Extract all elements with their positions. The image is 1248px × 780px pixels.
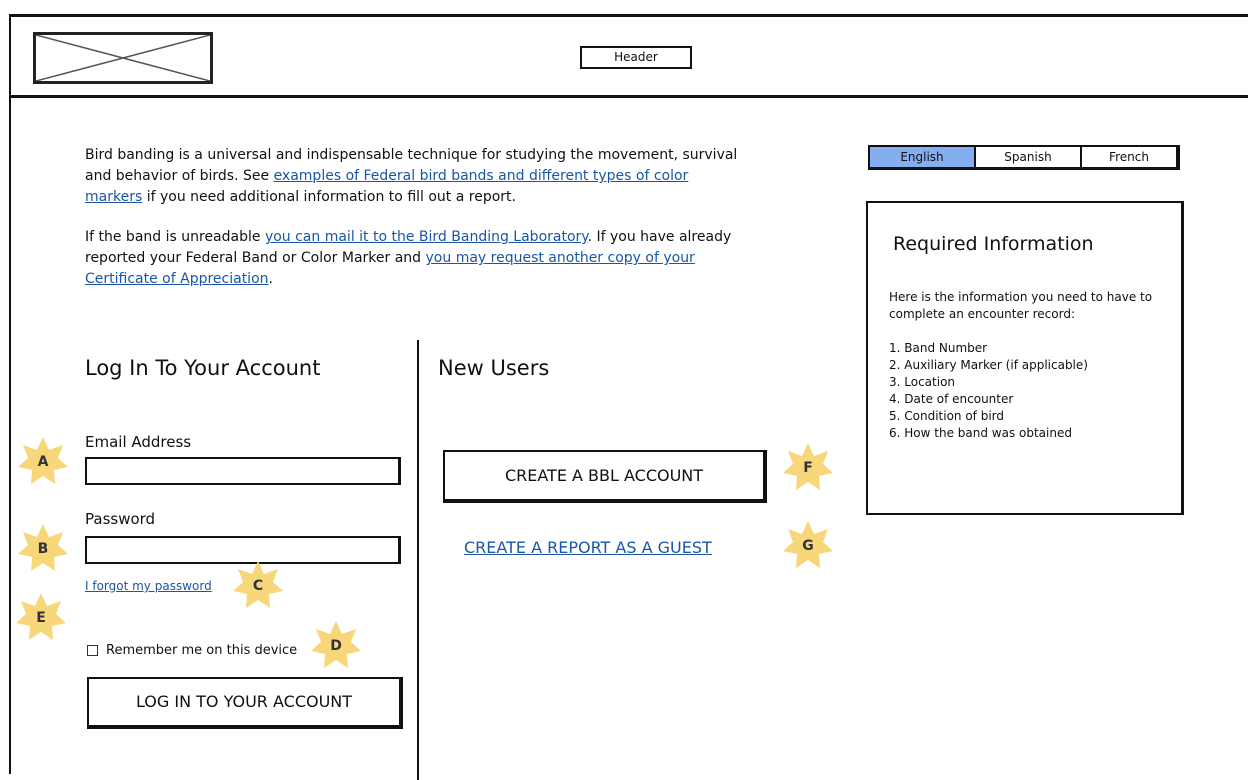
callout-d: D bbox=[310, 620, 362, 672]
email-field[interactable] bbox=[85, 457, 401, 485]
list-item: 5. Condition of bird bbox=[889, 409, 1005, 423]
mail-band-link[interactable]: you can mail it to the Bird Banding Labo… bbox=[265, 229, 588, 245]
callout-letter: D bbox=[330, 638, 342, 654]
callout-letter: C bbox=[252, 578, 264, 594]
list-item: 2. Auxiliary Marker (if applicable) bbox=[889, 358, 1088, 372]
intro-text: Bird banding is a universal and indispen… bbox=[85, 145, 745, 309]
tab-english[interactable]: English bbox=[870, 147, 976, 167]
create-account-button[interactable]: CREATE A BBL ACCOUNT bbox=[443, 450, 767, 503]
forgot-password-link[interactable]: I forgot my password bbox=[85, 579, 212, 593]
callout-a: A bbox=[17, 436, 69, 488]
image-placeholder-icon bbox=[36, 35, 210, 81]
required-info-list: 1. Band Number 2. Auxiliary Marker (if a… bbox=[889, 340, 1088, 442]
callout-g: G bbox=[782, 520, 834, 572]
list-item: 3. Location bbox=[889, 375, 956, 389]
new-users-heading: New Users bbox=[438, 356, 550, 380]
tab-spanish[interactable]: Spanish bbox=[976, 147, 1082, 167]
list-item: 6. How the band was obtained bbox=[889, 426, 1072, 440]
callout-e: E bbox=[15, 592, 67, 644]
required-info-title: Required Information bbox=[893, 233, 1094, 255]
language-selector: English Spanish French bbox=[868, 145, 1180, 170]
callout-letter: E bbox=[36, 610, 46, 626]
column-divider bbox=[417, 340, 419, 780]
email-label: Email Address bbox=[85, 433, 192, 451]
callout-letter: F bbox=[803, 460, 813, 476]
list-item: 1. Band Number bbox=[889, 341, 988, 355]
required-info-description: Here is the information you need to have… bbox=[889, 290, 1153, 321]
remember-me-label: Remember me on this device bbox=[106, 643, 298, 658]
list-item: 4. Date of encounter bbox=[889, 392, 1014, 406]
remember-me-checkbox[interactable] bbox=[87, 645, 98, 656]
intro-text-2a: If the band is unreadable bbox=[85, 229, 265, 245]
tab-french[interactable]: French bbox=[1082, 147, 1176, 167]
intro-paragraph-2: If the band is unreadable you can mail i… bbox=[85, 227, 745, 290]
callout-letter: A bbox=[37, 454, 49, 470]
password-label: Password bbox=[85, 510, 156, 528]
callout-c: C bbox=[232, 560, 284, 612]
callout-f: F bbox=[782, 442, 834, 494]
logo-placeholder bbox=[33, 32, 213, 84]
header-label: Header bbox=[580, 46, 692, 69]
required-info-panel: Required Information Here is the informa… bbox=[866, 201, 1184, 515]
callout-letter: G bbox=[802, 538, 814, 554]
login-button[interactable]: LOG IN TO YOUR ACCOUNT bbox=[87, 677, 403, 729]
login-heading: Log In To Your Account bbox=[85, 356, 321, 380]
guest-report-link[interactable]: CREATE A REPORT AS A GUEST bbox=[464, 538, 712, 557]
callout-letter: B bbox=[37, 541, 49, 557]
remember-me: Remember me on this device bbox=[87, 643, 297, 658]
intro-text-1b: if you need additional information to fi… bbox=[142, 189, 516, 205]
callout-b: B bbox=[17, 523, 69, 575]
intro-text-2c: . bbox=[268, 271, 273, 287]
intro-paragraph-1: Bird banding is a universal and indispen… bbox=[85, 145, 745, 208]
